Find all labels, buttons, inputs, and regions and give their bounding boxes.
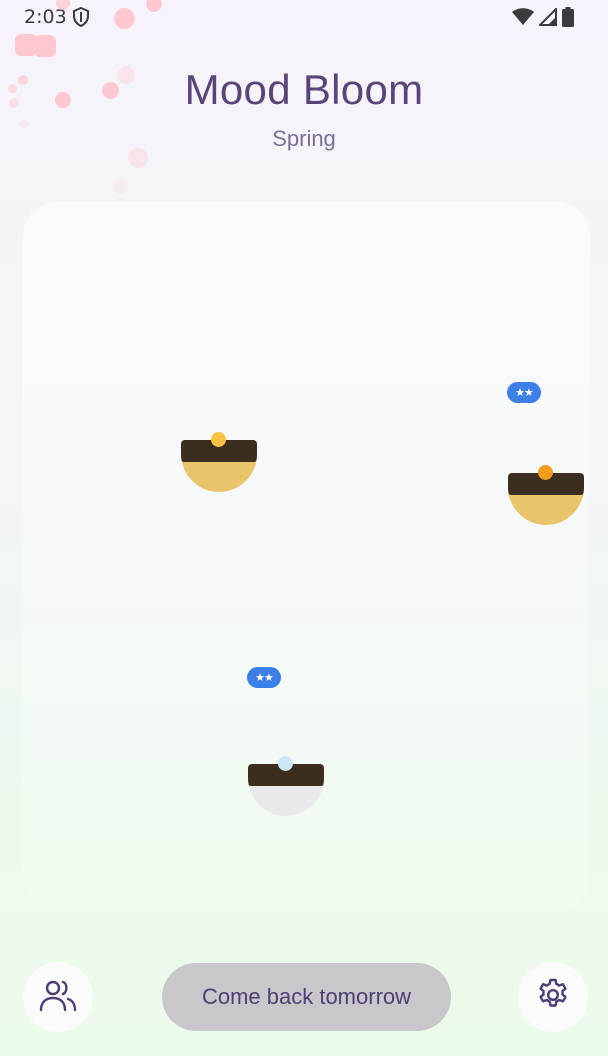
bottom-bar: Come back tomorrow	[0, 960, 608, 1034]
pot-bowl	[181, 440, 257, 492]
seed-icon	[278, 756, 293, 771]
garden-card: ★★ ★★	[23, 202, 590, 912]
flower-pot[interactable]	[248, 756, 324, 818]
rating-badge: ★★	[247, 667, 281, 688]
pot-bowl	[248, 764, 324, 816]
flower-pot[interactable]	[508, 465, 584, 527]
status-bar: 2:03	[0, 0, 608, 34]
gear-icon	[535, 977, 571, 1018]
pot-bowl	[508, 473, 584, 525]
seed-icon	[211, 432, 226, 447]
flower-pot[interactable]	[181, 432, 257, 494]
petal	[34, 35, 56, 57]
people-icon	[39, 978, 77, 1017]
app-title: Mood Bloom	[184, 66, 424, 113]
petal	[114, 8, 135, 29]
signal-icon	[537, 6, 557, 31]
season-label: Spring	[272, 126, 336, 151]
rating-badge: ★★	[507, 382, 541, 403]
battery-icon	[562, 7, 574, 32]
come-back-button[interactable]: Come back tomorrow	[162, 963, 451, 1031]
petal	[114, 180, 128, 194]
shield-icon	[72, 6, 90, 32]
seed-icon	[538, 465, 553, 480]
friends-button[interactable]	[23, 962, 93, 1032]
settings-button[interactable]	[518, 962, 588, 1032]
wifi-icon	[512, 8, 534, 31]
